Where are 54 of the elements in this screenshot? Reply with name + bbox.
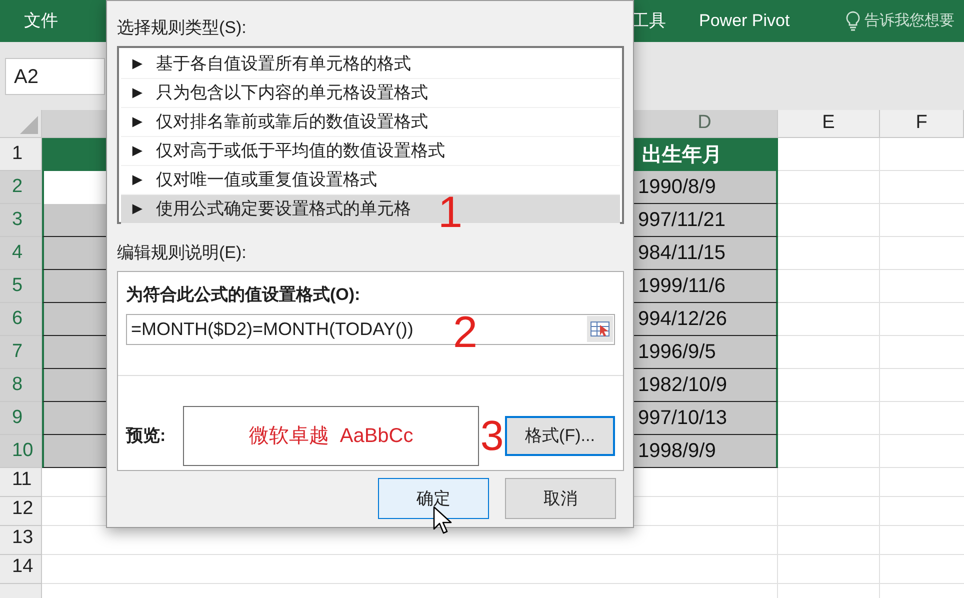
empty-cell[interactable] <box>778 555 880 584</box>
step-number: 3 <box>479 414 505 456</box>
date-cell[interactable]: 984/11/15 <box>632 237 778 270</box>
column-header[interactable]: E <box>778 110 880 137</box>
empty-cell[interactable] <box>632 555 778 584</box>
ok-button[interactable]: 确定 <box>378 478 489 519</box>
date-cell[interactable]: 1998/9/9 <box>632 435 778 468</box>
cancel-button[interactable]: 取消 <box>505 478 616 519</box>
date-cell[interactable]: 997/11/21 <box>632 204 778 237</box>
range-picker-icon[interactable] <box>587 316 613 342</box>
rule-type-item[interactable]: ► 只为包含以下内容的单元格设置格式 <box>121 78 620 108</box>
formula-label: 为符合此公式的值设置格式(O): <box>126 284 360 306</box>
formula-field[interactable]: =MONTH($D2)=MONTH(TODAY()) 2 <box>126 314 615 344</box>
ribbon-tab[interactable]: Power Pivot <box>699 8 790 34</box>
corner-triangle-icon <box>20 116 38 134</box>
row-header[interactable]: 7 <box>0 336 42 369</box>
rule-type-label: 选择规则类型(S): <box>117 17 246 39</box>
date-cell[interactable]: 994/12/26 <box>632 303 778 336</box>
row-header[interactable]: 3 <box>0 204 42 237</box>
preview-label: 预览: <box>126 424 167 447</box>
row-header[interactable]: 5 <box>0 270 42 303</box>
format-button[interactable]: 格式(F)... <box>505 416 615 456</box>
row-header[interactable]: 14 <box>0 555 42 584</box>
row-header[interactable]: 12 <box>0 497 42 526</box>
row-header[interactable]: 13 <box>0 526 42 555</box>
date-cell[interactable]: 1996/9/5 <box>632 336 778 369</box>
row-header[interactable]: 11 <box>0 468 42 497</box>
empty-cell[interactable] <box>778 497 880 526</box>
row-header[interactable]: 4 <box>0 237 42 270</box>
lightbulb-icon <box>844 11 861 31</box>
rule-type-item[interactable]: ► 仅对高于或低于平均值的数值设置格式 <box>121 136 620 166</box>
row-header[interactable]: 9 <box>0 402 42 435</box>
row-header[interactable]: 10 <box>0 435 42 468</box>
column-header[interactable]: F <box>880 110 964 137</box>
preview-box: 微软卓越 AaBbCc <box>183 406 479 466</box>
date-cell[interactable]: 997/10/13 <box>632 402 778 435</box>
empty-cell[interactable] <box>778 468 880 497</box>
mouse-cursor-icon <box>433 506 453 536</box>
row-header[interactable]: 6 <box>0 303 42 336</box>
date-cell[interactable]: 1990/8/9 <box>632 171 778 204</box>
date-cell[interactable]: 1999/11/6 <box>632 270 778 303</box>
empty-cell[interactable] <box>778 526 880 555</box>
header-cell[interactable]: 出生年月 <box>632 138 778 171</box>
ribbon-tab[interactable]: 文件 <box>24 8 58 34</box>
edit-rule-label: 编辑规则说明(E): <box>117 242 246 264</box>
row-header[interactable]: 2 <box>0 171 42 204</box>
tell-me-search[interactable]: 告诉我您想要 <box>864 10 955 32</box>
ribbon-tab[interactable]: 工具 <box>632 8 666 34</box>
column-header[interactable]: D <box>632 110 778 137</box>
name-box[interactable]: A2 <box>5 58 105 95</box>
empty-cell[interactable] <box>632 526 778 555</box>
row-header[interactable]: 1 <box>0 138 42 171</box>
date-cell[interactable]: 1982/10/9 <box>632 369 778 402</box>
row-header[interactable]: 8 <box>0 369 42 402</box>
